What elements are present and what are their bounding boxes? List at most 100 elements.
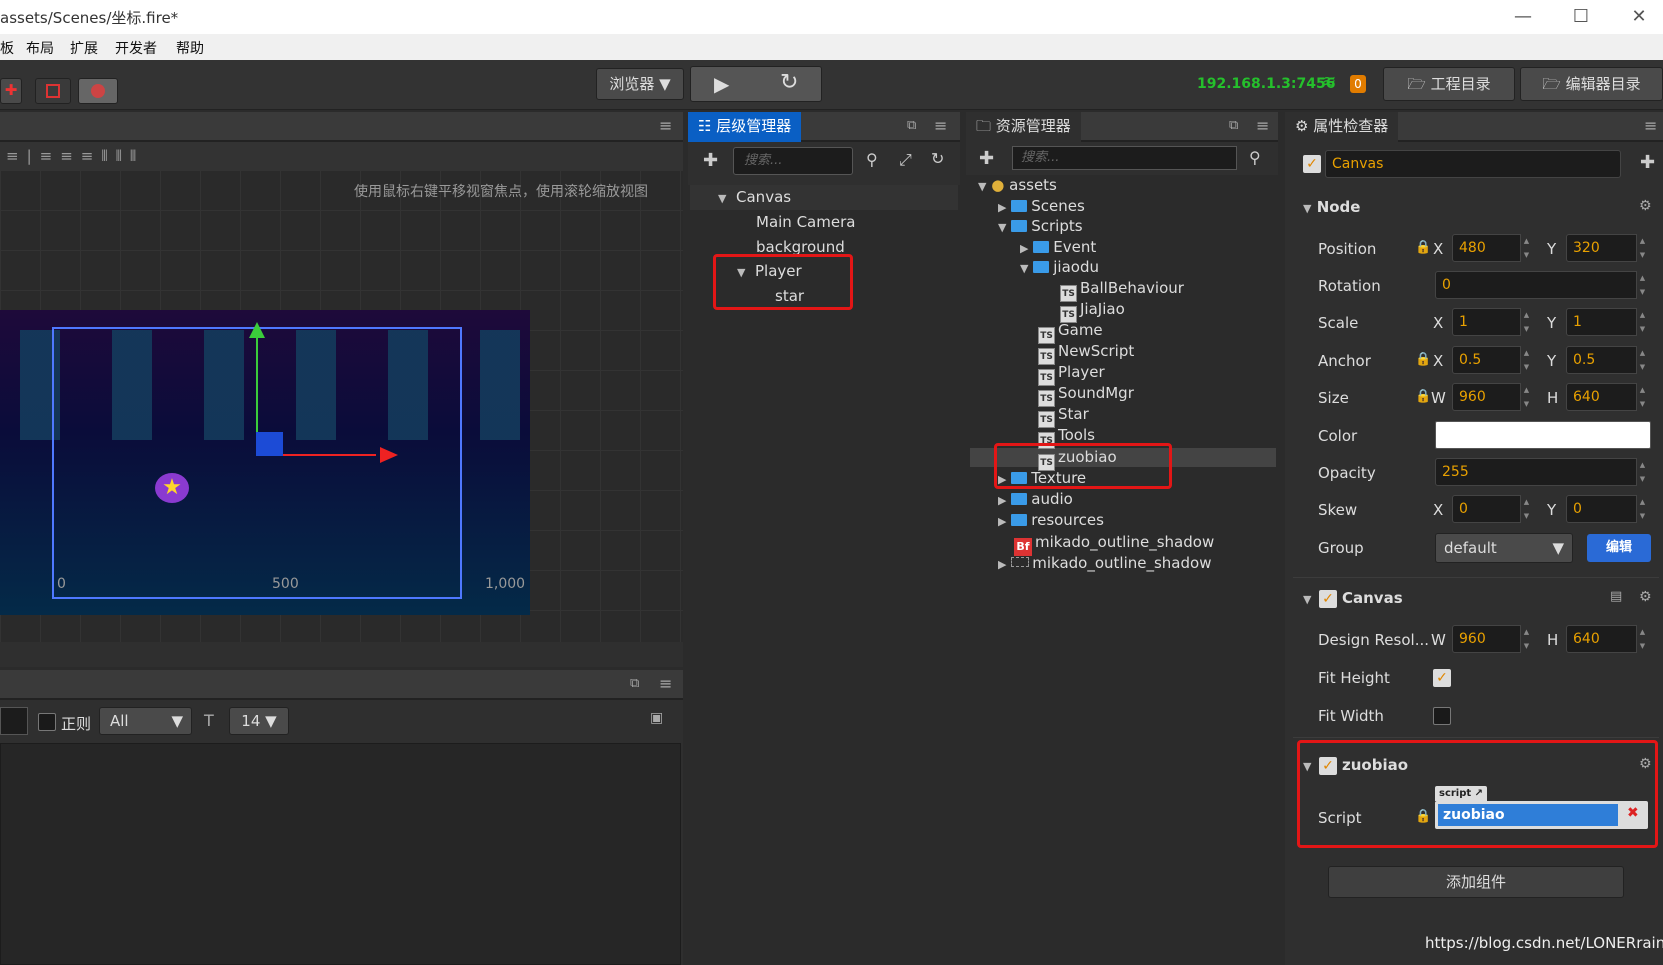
stepper-icon[interactable]: ▲ ▼	[1636, 234, 1648, 262]
menu-panel[interactable]: 板	[0, 38, 14, 58]
panel-menu-icon[interactable]: ≡	[1256, 116, 1269, 135]
tree-item[interactable]: TS BallBehaviour	[1060, 279, 1184, 302]
y-arrow-icon[interactable]	[249, 322, 265, 338]
add-node-button[interactable]: ✚	[703, 150, 718, 171]
rotation-input[interactable]: 0	[1435, 271, 1648, 299]
opacity-input[interactable]: 255	[1435, 458, 1648, 486]
regex-checkbox[interactable]	[38, 713, 56, 731]
stepper-icon[interactable]: ▲ ▼	[1520, 383, 1532, 411]
search-icon[interactable]: ⚲	[1249, 148, 1261, 167]
stepper-icon[interactable]: ▲ ▼	[1520, 625, 1532, 653]
panel-menu-icon[interactable]: ≡	[934, 116, 947, 135]
hierarchy-search-input[interactable]: 搜索...	[733, 147, 853, 175]
project-dir-button[interactable]: 🗁 工程目录	[1383, 67, 1515, 101]
color-swatch[interactable]	[1435, 421, 1651, 449]
tree-node-main-camera[interactable]: Main Camera	[756, 213, 855, 231]
tab-hierarchy[interactable]: ☷ 层级管理器	[688, 112, 802, 142]
refresh-icon[interactable]: ↻	[931, 149, 944, 168]
add-icon[interactable]: ✚	[1640, 152, 1655, 173]
tree-item[interactable]: ▶ Scenes	[998, 197, 1085, 215]
tree-item[interactable]: TS Player	[1038, 363, 1105, 386]
scene-viewport[interactable]: 使用鼠标右键平移视窗焦点，使用滚轮缩放视图 ★ 0 500 1,000	[0, 170, 683, 642]
minimize-button[interactable]: —	[1512, 6, 1534, 28]
console-log-area[interactable]	[0, 743, 681, 965]
node-active-checkbox[interactable]: ✓	[1303, 155, 1321, 173]
browser-select[interactable]: 浏览器 ▼	[596, 68, 684, 100]
refresh-button[interactable]: ↻	[780, 70, 798, 95]
notification-badge[interactable]: 0	[1350, 75, 1366, 93]
tree-item[interactable]: ▶ resources	[998, 511, 1104, 529]
tree-node-canvas[interactable]: ▼ Canvas	[718, 188, 791, 206]
expand-icon[interactable]: ⤢	[899, 150, 912, 170]
play-button[interactable]: ▶	[714, 72, 729, 96]
stepper-icon[interactable]: ▲ ▼	[1520, 495, 1532, 523]
book-icon[interactable]: ▤	[1610, 589, 1622, 604]
menu-extension[interactable]: 扩展	[70, 38, 98, 58]
x-arrow-icon[interactable]	[380, 447, 398, 463]
console-search-input[interactable]	[0, 707, 28, 735]
edit-group-button[interactable]: 编辑	[1587, 534, 1651, 562]
add-asset-button[interactable]: ✚	[979, 148, 994, 169]
stepper-icon[interactable]: ▲ ▼	[1636, 458, 1648, 486]
popout-icon[interactable]: ⧉	[1229, 118, 1238, 133]
stepper-icon[interactable]: ▲ ▼	[1636, 625, 1648, 653]
lock-icon[interactable]: 🔒	[1415, 352, 1431, 367]
fit-width-checkbox[interactable]	[1433, 707, 1451, 725]
node-name-input[interactable]: Canvas	[1325, 150, 1621, 178]
stepper-icon[interactable]: ▲ ▼	[1636, 308, 1648, 336]
stepper-icon[interactable]: ▲ ▼	[1636, 495, 1648, 523]
close-button[interactable]: ✕	[1628, 6, 1650, 28]
tree-item[interactable]: ▼ ● assets	[978, 176, 1057, 194]
popout-icon[interactable]: ⧉	[630, 676, 639, 691]
tree-item[interactable]: ▶ Event	[1020, 238, 1096, 256]
tree-item[interactable]: Bf mikado_outline_shadow	[1014, 533, 1214, 556]
stepper-icon[interactable]: ▲ ▼	[1520, 346, 1532, 374]
tree-item[interactable]: TS NewScript	[1038, 342, 1134, 365]
fit-height-checkbox[interactable]: ✓	[1433, 669, 1451, 687]
panel-menu-icon[interactable]: ≡	[1644, 116, 1657, 135]
tree-item[interactable]: ▶ mikado_outline_shadow	[998, 554, 1211, 572]
stepper-icon[interactable]: ▲ ▼	[1520, 308, 1532, 336]
stepper-icon[interactable]: ▲ ▼	[1520, 234, 1532, 262]
tab-assets[interactable]: 🗀 资源管理器	[966, 112, 1081, 142]
align-toolbar[interactable]: ≡|≡≡≡⫴⫴⫴	[0, 142, 683, 170]
y-axis-handle[interactable]	[256, 332, 258, 442]
tree-item[interactable]: ▶ audio	[998, 490, 1073, 508]
panel-menu-icon[interactable]: ≡	[659, 116, 672, 135]
tree-item[interactable]: ▼ Scripts	[998, 217, 1083, 235]
assets-search-input[interactable]: 搜索...	[1012, 146, 1237, 170]
group-select[interactable]: default ▼	[1435, 533, 1573, 563]
menu-layout[interactable]: 布局	[26, 38, 54, 58]
collapse-icon[interactable]: ▣	[650, 710, 663, 726]
tree-item[interactable]: TS Star	[1038, 405, 1089, 428]
stepper-icon[interactable]: ▲ ▼	[1636, 346, 1648, 374]
popout-icon[interactable]: ⧉	[907, 118, 916, 133]
globe-tool-button[interactable]	[78, 78, 118, 104]
lock-icon[interactable]: 🔒	[1415, 389, 1431, 404]
editor-dir-button[interactable]: 🗁 编辑器目录	[1520, 67, 1663, 101]
font-size-select[interactable]: 14 ▼	[229, 707, 289, 735]
rect-tool-button[interactable]	[35, 78, 71, 104]
lock-icon[interactable]: 🔒	[1415, 240, 1431, 255]
stepper-icon[interactable]: ▲ ▼	[1636, 383, 1648, 411]
tree-item[interactable]: TS SoundMgr	[1038, 384, 1134, 407]
tree-item[interactable]: TS JiaJiao	[1060, 300, 1125, 323]
move-tool-icon[interactable]: ✚	[0, 78, 22, 104]
menu-developer[interactable]: 开发者	[115, 38, 157, 58]
center-handle[interactable]	[256, 432, 283, 456]
tree-item[interactable]: ▼ jiaodu	[1020, 258, 1099, 276]
maximize-button[interactable]: ☐	[1570, 6, 1592, 28]
gear-icon[interactable]: ⚙	[1639, 198, 1652, 214]
section-node[interactable]: ▼ Node	[1303, 198, 1360, 216]
panel-menu-icon[interactable]: ≡	[659, 674, 672, 693]
gear-icon[interactable]: ⚙	[1639, 589, 1652, 605]
menu-help[interactable]: 帮助	[176, 38, 204, 58]
tab-inspector[interactable]: ⚙ 属性检查器	[1285, 112, 1399, 142]
section-canvas[interactable]: ▼	[1303, 589, 1311, 607]
add-component-button[interactable]: 添加组件	[1328, 866, 1624, 898]
log-filter-select[interactable]: All ▼	[99, 707, 192, 735]
search-icon[interactable]: ⚲	[866, 150, 878, 169]
canvas-enabled-checkbox[interactable]: ✓	[1319, 590, 1337, 608]
stepper-icon[interactable]: ▲ ▼	[1636, 271, 1648, 299]
tree-item[interactable]: TS Game	[1038, 321, 1103, 344]
